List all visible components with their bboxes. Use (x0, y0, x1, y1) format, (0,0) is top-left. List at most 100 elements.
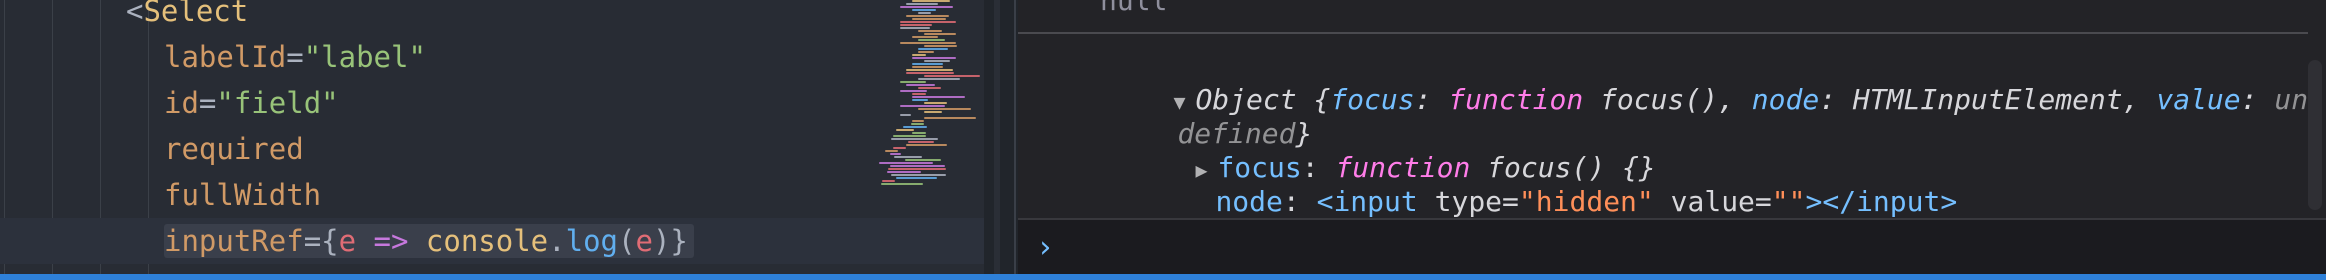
minimap-line (924, 111, 942, 113)
code-token: id (164, 86, 199, 120)
minimap-line (900, 6, 953, 8)
console-input[interactable]: › (1018, 218, 2326, 274)
code-token: = (286, 40, 304, 74)
minimap-line (924, 102, 947, 104)
status-bar (0, 274, 2326, 280)
minimap-line (894, 156, 922, 158)
prop-key-focus: focus (1330, 83, 1415, 116)
prop-key-value: value (2156, 83, 2241, 116)
code-token: . (548, 224, 566, 258)
code-token: ( (618, 224, 636, 258)
minimap-line (900, 81, 926, 83)
minimap-line (910, 123, 924, 125)
code-token: Select (143, 0, 249, 28)
minimap-line (918, 51, 934, 53)
minimap-line (900, 24, 932, 26)
minimap-line (892, 147, 906, 149)
minimap-line (924, 60, 950, 62)
minimap-line (924, 117, 976, 119)
minimap-line (924, 75, 980, 77)
minimap-line (900, 114, 911, 116)
minimap-line (891, 138, 938, 140)
code-token: inputRef (164, 224, 304, 258)
node-type: HTMLInputElement (1852, 83, 2123, 116)
minimap-line (891, 174, 946, 176)
code-token: e (338, 224, 357, 258)
code-token: log (565, 224, 618, 258)
minimap-line (912, 63, 943, 65)
minimap-line (912, 57, 956, 59)
minimap-line (912, 18, 946, 20)
code-token: required (164, 132, 304, 166)
devtools-console: null ▼ Object {focus: function focus(), n… (1018, 0, 2326, 274)
minimap-line (924, 33, 956, 35)
code-token: labelId (164, 40, 287, 74)
code-line-labelid[interactable]: labelId="label" (0, 34, 984, 80)
prompt-chevron-icon: › (1036, 230, 1055, 265)
minimap-line (892, 135, 926, 137)
minimap-line (900, 90, 927, 92)
splitter-bar (994, 0, 1000, 274)
minimap-line (900, 42, 956, 44)
minimap-line (906, 84, 935, 86)
value-undefined-part1: un (2274, 83, 2309, 116)
message-separator (1018, 32, 2308, 34)
minimap-line (918, 12, 931, 14)
code-line-required[interactable]: required (0, 126, 984, 172)
minimap-line (912, 0, 950, 2)
minimap-line (918, 108, 971, 110)
minimap-line (889, 153, 901, 155)
minimap-line (918, 39, 945, 41)
minimap-line (880, 183, 923, 185)
code-token: < (126, 0, 144, 28)
minimap-line (906, 72, 954, 74)
minimap-line (912, 120, 924, 122)
minimap-line (886, 171, 921, 173)
minimap-line (885, 150, 898, 152)
minimap-line (907, 141, 934, 143)
editor-minimap[interactable] (860, 0, 980, 190)
minimap-line (895, 177, 937, 179)
code-line-select-open[interactable]: <Select (0, 0, 984, 34)
code-token: = (198, 86, 217, 120)
minimap-line (879, 162, 933, 164)
minimap-line (903, 126, 927, 128)
function-keyword: function (1448, 83, 1584, 116)
code-line-id[interactable]: id="field" (0, 80, 984, 126)
console-scrollbar[interactable] (2308, 60, 2322, 210)
minimap-line (912, 99, 928, 101)
splitter-edge (1014, 0, 1016, 274)
minimap-line (918, 78, 960, 80)
code-editor[interactable]: <Select labelId="label" id="field" required… (0, 0, 984, 274)
minimap-line (904, 159, 941, 161)
code-token: "label" (303, 40, 426, 74)
code-token: => (356, 224, 426, 258)
minimap-line (912, 9, 936, 11)
pane-splitter[interactable] (984, 0, 1018, 274)
minimap-line (912, 66, 943, 68)
code-token: ={ (303, 224, 339, 258)
minimap-line (889, 165, 945, 167)
minimap-line (906, 144, 947, 146)
minimap-line (912, 96, 965, 98)
minimap-line (912, 54, 926, 56)
code-token: fullWidth (164, 178, 322, 212)
minimap-line (906, 69, 953, 71)
minimap-line (918, 87, 941, 89)
previous-output-null: null (1100, 0, 1168, 17)
minimap-line (924, 45, 957, 47)
minimap-line (918, 48, 948, 50)
minimap-line (900, 105, 945, 107)
code-token: console (425, 224, 549, 258)
code-line-inputref[interactable]: inputRef={e => console.log(e)} (0, 218, 984, 264)
minimap-line (900, 21, 956, 23)
minimap-line (912, 93, 926, 95)
minimap-line (912, 132, 926, 134)
code-token: )} (652, 224, 688, 258)
code-token: e (635, 224, 653, 258)
minimap-line (888, 168, 946, 170)
minimap-line (906, 3, 938, 5)
minimap-line (895, 129, 914, 131)
code-line-fullwidth[interactable]: fullWidth (0, 172, 984, 218)
minimap-line (906, 15, 949, 17)
